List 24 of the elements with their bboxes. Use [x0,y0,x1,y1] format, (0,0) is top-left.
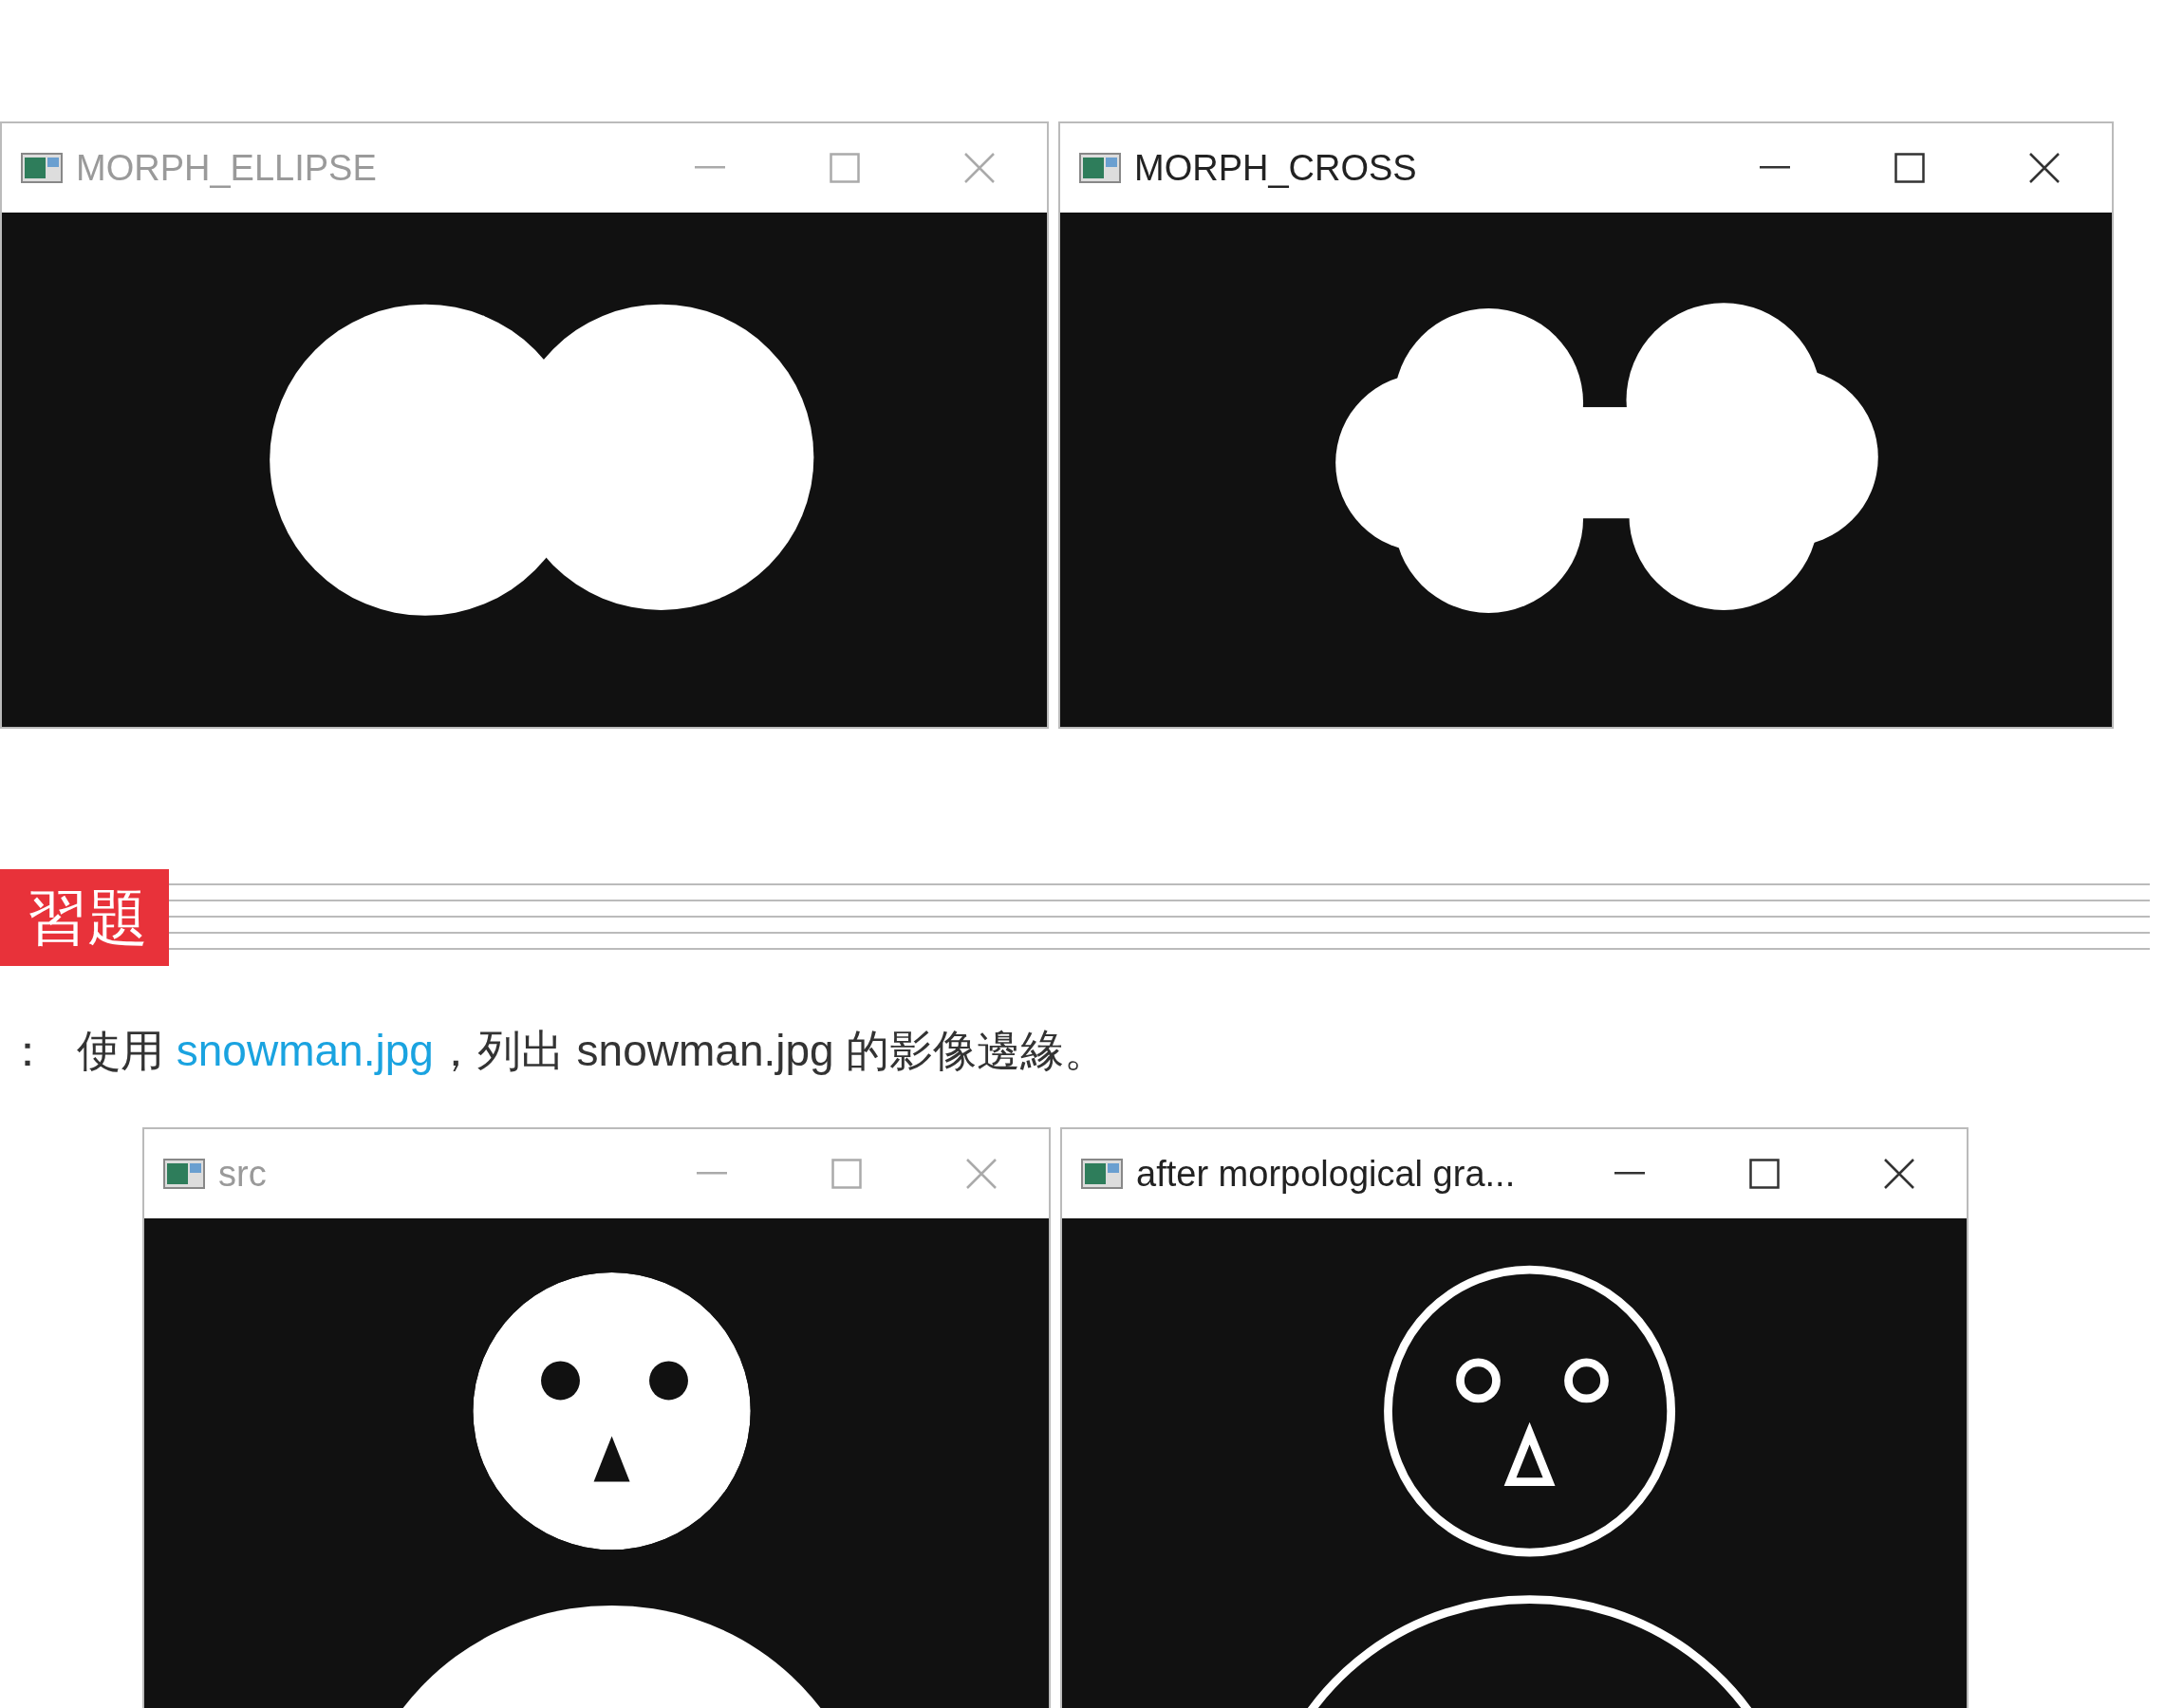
close-icon [963,152,996,184]
close-icon [2028,152,2061,184]
window-app-icon [1081,1159,1123,1189]
minimize-icon [1614,1172,1645,1176]
window-app-icon [21,153,63,183]
window-title: after morpological gra... [1136,1153,1516,1195]
minimize-icon [697,1172,727,1176]
maximize-icon [1749,1159,1780,1189]
close-icon [965,1158,998,1190]
section-heading: 習題 [0,869,169,966]
window-app-icon [163,1159,205,1189]
window-title: src [218,1153,267,1195]
window-app-icon [1079,153,1121,183]
exercise-marker: ： [5,1025,50,1077]
maximize-icon [831,1159,862,1189]
maximize-icon [1894,153,1925,183]
window-title: MORPH_CROSS [1134,147,1417,189]
exercise-text: 使用 snowman.jpg，列出 snowman.jpg 的影像邊緣。 [77,1025,1109,1077]
minimize-icon [695,166,725,170]
window-title: MORPH_ELLIPSE [76,147,377,189]
file-link[interactable]: snowman.jpg [176,1026,434,1075]
minimize-icon [1760,166,1790,170]
maximize-icon [830,153,860,183]
close-icon [1883,1158,1915,1190]
